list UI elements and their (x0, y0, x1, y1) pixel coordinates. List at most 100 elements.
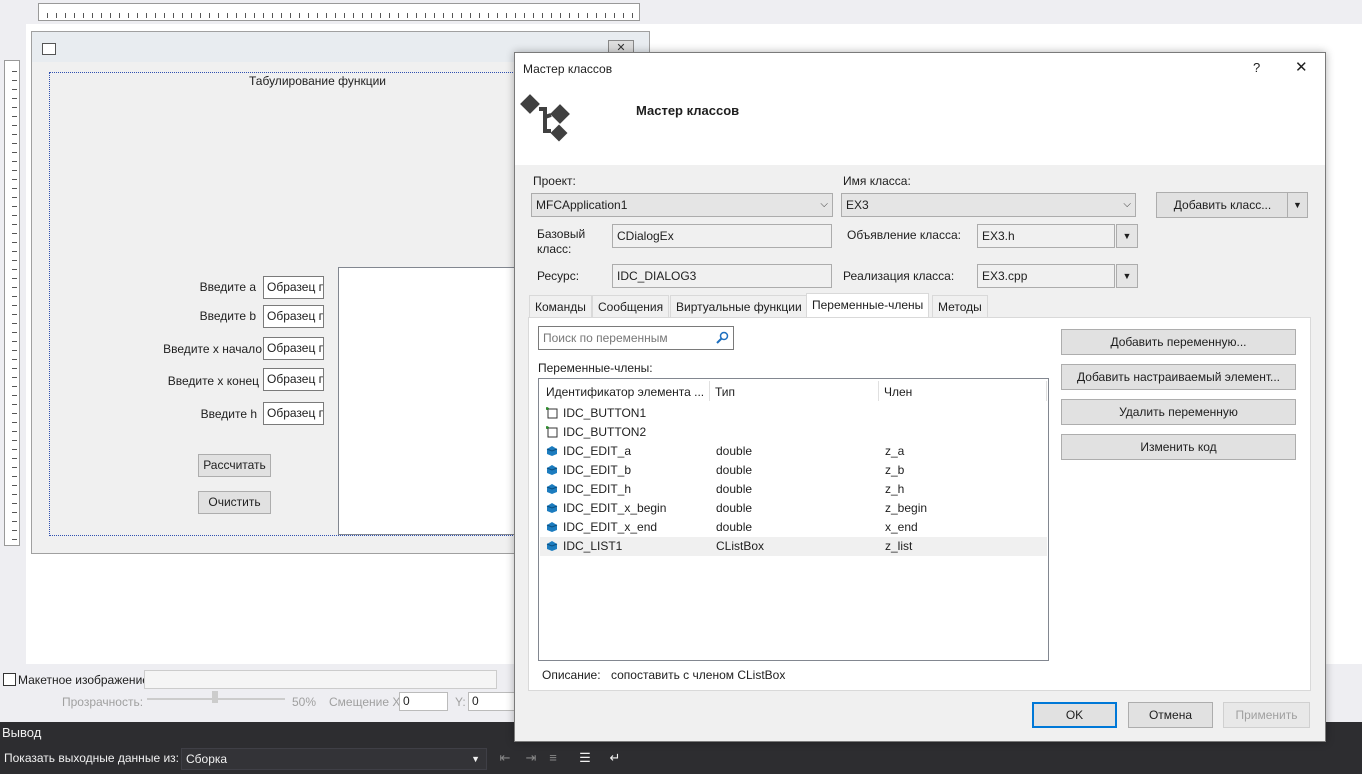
column-header-id[interactable]: Идентификатор элемента ... (546, 385, 704, 399)
implementation-dropdown[interactable]: ▼ (1116, 264, 1138, 288)
ruler-tick (12, 476, 17, 477)
row-id: IDC_EDIT_x_begin (563, 501, 667, 515)
vertical-ruler[interactable] (4, 60, 20, 546)
ruler-tick (245, 13, 246, 18)
ruler-tick (12, 89, 17, 90)
class-name-label: Имя класса: (843, 174, 911, 188)
ruler-tick (12, 539, 17, 540)
add-class-button[interactable]: Добавить класс... (1156, 192, 1289, 218)
transparency-slider-thumb[interactable] (212, 691, 218, 703)
row-id: IDC_EDIT_x_end (563, 520, 658, 534)
listbox-control[interactable] (338, 267, 540, 535)
ruler-tick (12, 377, 17, 378)
search-icon (716, 331, 729, 344)
row-type: CListBox (716, 539, 765, 553)
ruler-tick (137, 13, 138, 18)
variable-icon (546, 465, 558, 475)
table-row[interactable]: IDC_BUTTON2 (540, 423, 1047, 442)
horizontal-ruler[interactable] (38, 3, 640, 21)
ruler-tick (380, 13, 381, 18)
resource-field[interactable]: IDC_DIALOG3 (612, 264, 832, 288)
ruler-tick (12, 125, 17, 126)
ruler-tick (92, 13, 93, 18)
add-class-dropdown[interactable]: ▼ (1287, 192, 1308, 218)
members-table[interactable]: Идентификатор элемента ... Тип Член IDC_… (538, 378, 1049, 661)
table-row[interactable]: IDC_EDIT_b double z_b (540, 461, 1047, 480)
offset-y-input[interactable]: 0 (468, 692, 517, 711)
edit-code-button[interactable]: Изменить код (1061, 434, 1296, 460)
search-input[interactable]: Поиск по переменным (538, 326, 734, 350)
column-divider[interactable] (1046, 381, 1047, 401)
ruler-tick (371, 13, 372, 18)
member-variables-panel: Поиск по переменным Переменные-члены: Ид… (528, 317, 1311, 691)
ok-button[interactable]: OK (1032, 702, 1117, 728)
add-variable-button[interactable]: Добавить переменную... (1061, 329, 1296, 355)
class-name-select[interactable]: EX3 ⌵ (841, 193, 1136, 217)
edit-a[interactable]: Образец п (263, 276, 324, 299)
row-id: IDC_EDIT_b (563, 463, 632, 477)
tab-messages[interactable]: Сообщения (592, 295, 670, 318)
goto-previous-icon[interactable]: ⇤ (497, 750, 513, 766)
column-divider[interactable] (709, 381, 710, 401)
project-select[interactable]: MFCApplication1 ⌵ (531, 193, 833, 217)
goto-next-icon[interactable]: ⇥ (523, 750, 539, 766)
chevron-down-icon: ⌵ (820, 199, 828, 210)
calculate-button[interactable]: Рассчитать (198, 454, 271, 477)
declaration-field[interactable]: EX3.h (977, 224, 1115, 248)
row-id: IDC_EDIT_h (563, 482, 632, 496)
tab-virtual-functions[interactable]: Виртуальные функции (670, 295, 808, 318)
edit-x-start[interactable]: Образец п (263, 337, 324, 360)
column-header-type[interactable]: Тип (715, 385, 735, 399)
cancel-button[interactable]: Отмена (1128, 702, 1213, 728)
ruler-tick (12, 323, 17, 324)
ruler-tick (623, 13, 624, 18)
offset-x-label: Смещение X: (329, 695, 404, 709)
table-row[interactable]: IDC_EDIT_h double z_h (540, 480, 1047, 499)
ruler-tick (317, 13, 318, 18)
table-row[interactable]: IDC_EDIT_x_end double x_end (540, 518, 1047, 537)
project-label: Проект: (533, 174, 576, 188)
mockup-toolbar: Макетное изображение: Прозрачность: 50% … (0, 665, 520, 715)
delete-variable-button[interactable]: Удалить переменную (1061, 399, 1296, 425)
table-row[interactable]: IDC_EDIT_a double z_a (540, 442, 1047, 461)
add-custom-element-button[interactable]: Добавить настраиваемый элемент... (1061, 364, 1296, 390)
ruler-tick (326, 13, 327, 18)
offset-y-label: Y: (455, 695, 466, 709)
ruler-tick (110, 13, 111, 18)
base-class-label: Базовый класс: (537, 227, 586, 256)
offset-x-input[interactable]: 0 (399, 692, 448, 711)
tab-methods[interactable]: Методы (932, 295, 988, 318)
ruler-tick (12, 413, 17, 414)
implementation-field[interactable]: EX3.cpp (977, 264, 1115, 288)
project-value: MFCApplication1 (536, 198, 628, 212)
clear-button[interactable]: Очистить (198, 491, 271, 514)
base-class-field[interactable]: CDialogEx (612, 224, 832, 248)
edit-b[interactable]: Образец п (263, 305, 324, 328)
resource-label: Ресурс: (537, 269, 580, 283)
column-divider[interactable] (878, 381, 879, 401)
ruler-tick (12, 197, 17, 198)
mockup-checkbox[interactable] (3, 673, 16, 686)
class-wizard-icon (520, 94, 570, 142)
output-source-select[interactable]: Сборка ▼ (181, 748, 487, 770)
tab-member-variables[interactable]: Переменные-члены (806, 293, 930, 319)
ruler-tick (272, 13, 273, 18)
column-header-member[interactable]: Член (884, 385, 912, 399)
edit-h[interactable]: Образец п (263, 402, 324, 425)
variable-icon (546, 503, 558, 513)
wizard-title: Мастер классов (523, 62, 613, 76)
tab-commands[interactable]: Команды (529, 295, 592, 318)
table-row[interactable]: IDC_EDIT_x_begin double z_begin (540, 499, 1047, 518)
help-button[interactable]: ? (1253, 60, 1260, 75)
word-wrap-icon[interactable]: ↵ (607, 750, 623, 766)
mockup-path-field[interactable] (144, 670, 497, 689)
apply-button[interactable]: Применить (1223, 702, 1310, 728)
clear-all-icon[interactable]: ☰ (577, 750, 593, 766)
row-id: IDC_EDIT_a (563, 444, 632, 458)
close-button[interactable]: ✕ (1295, 58, 1308, 76)
table-row[interactable]: IDC_BUTTON1 (540, 404, 1047, 423)
table-row-selected[interactable]: IDC_LIST1 CListBox z_list (540, 537, 1047, 556)
edit-x-end[interactable]: Образец п (263, 368, 324, 391)
find-message-icon[interactable]: ≡ (545, 750, 561, 766)
declaration-dropdown[interactable]: ▼ (1116, 224, 1138, 248)
